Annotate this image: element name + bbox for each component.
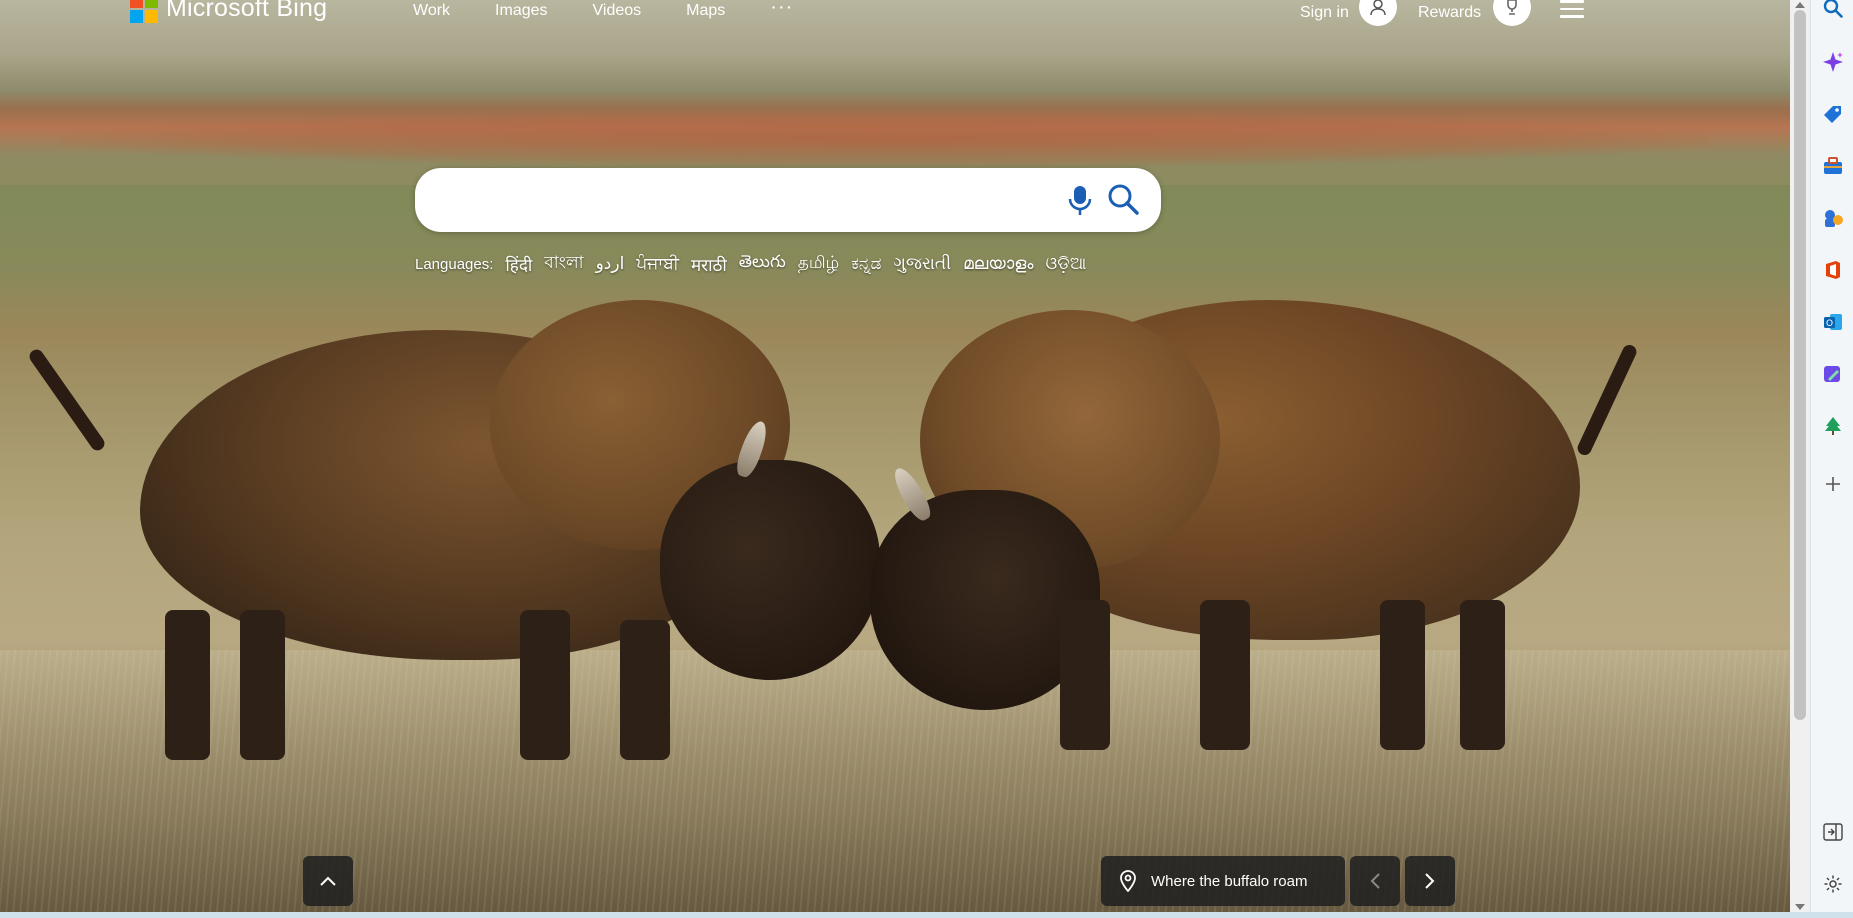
scroll-up-button[interactable] bbox=[303, 856, 353, 906]
previous-image-button[interactable] bbox=[1350, 856, 1400, 906]
add-icon[interactable] bbox=[1821, 472, 1845, 496]
office-icon[interactable] bbox=[1821, 258, 1845, 282]
language-link[interactable]: বাংলা bbox=[544, 250, 583, 278]
chevron-left-icon bbox=[1370, 873, 1380, 889]
rewards-button[interactable]: Rewards bbox=[1418, 0, 1532, 26]
language-link[interactable]: తెలుగు bbox=[739, 252, 786, 276]
language-link[interactable]: हिंदी bbox=[505, 253, 532, 276]
tree-icon[interactable] bbox=[1821, 414, 1845, 438]
shopping-tag-icon[interactable] bbox=[1821, 102, 1845, 126]
copilot-icon[interactable] bbox=[1821, 50, 1845, 74]
games-icon[interactable] bbox=[1821, 206, 1845, 230]
language-link[interactable]: ಕನ್ನಡ bbox=[851, 254, 881, 274]
tools-icon[interactable] bbox=[1821, 154, 1845, 178]
language-link[interactable]: मराठी bbox=[691, 253, 727, 276]
next-image-button[interactable] bbox=[1405, 856, 1455, 906]
language-link[interactable]: اردو bbox=[596, 254, 625, 274]
chevron-up-icon bbox=[320, 876, 336, 886]
edge-sidebar: O bbox=[1810, 0, 1853, 918]
background-field-band bbox=[60, 112, 1710, 167]
languages-row: Languages: हिंदी বাংলা اردو ਪੰਜਾਬੀ मराठी… bbox=[415, 250, 1098, 278]
main-nav: Work Images Videos Maps ··· bbox=[413, 0, 793, 20]
language-link[interactable]: ગુજરાતી bbox=[893, 254, 951, 274]
image-caption-button[interactable]: Where the buffalo roam bbox=[1101, 856, 1345, 906]
language-link[interactable]: தமிழ் bbox=[798, 253, 840, 275]
menu-hamburger-icon[interactable] bbox=[1560, 0, 1584, 20]
top-bar: Microsoft Bing Work Images Videos Maps ·… bbox=[0, 0, 1790, 26]
panel-toggle-icon[interactable] bbox=[1821, 820, 1845, 844]
nav-maps[interactable]: Maps bbox=[686, 2, 725, 20]
scroll-up-arrow-icon[interactable] bbox=[1795, 2, 1805, 8]
search-icon[interactable] bbox=[1821, 0, 1845, 20]
nav-work[interactable]: Work bbox=[413, 2, 450, 20]
languages-label: Languages: bbox=[415, 255, 494, 273]
page-scrollbar[interactable] bbox=[1790, 0, 1810, 912]
microsoft-logo-icon bbox=[130, 0, 158, 23]
search-input[interactable] bbox=[439, 180, 1039, 220]
nav-videos[interactable]: Videos bbox=[593, 2, 642, 20]
bing-logo[interactable]: Microsoft Bing bbox=[130, 0, 327, 23]
search-box bbox=[415, 168, 1161, 232]
nav-images[interactable]: Images bbox=[495, 2, 547, 20]
microphone-icon[interactable] bbox=[1063, 182, 1097, 218]
more-menu-button[interactable]: ··· bbox=[770, 0, 793, 19]
trophy-icon bbox=[1493, 0, 1532, 26]
language-link[interactable]: ਪੰਜਾਬੀ bbox=[636, 254, 679, 274]
bison-left bbox=[20, 290, 880, 770]
user-icon bbox=[1358, 0, 1397, 26]
bison-right bbox=[860, 280, 1660, 760]
language-link[interactable]: ଓଡ଼ିଆ bbox=[1046, 254, 1087, 274]
search-icon[interactable] bbox=[1105, 182, 1143, 218]
background-image bbox=[0, 0, 1790, 912]
image-caption-text: Where the buffalo roam bbox=[1151, 872, 1308, 890]
chevron-right-icon bbox=[1425, 873, 1435, 889]
language-link[interactable]: മലയാളം bbox=[963, 254, 1033, 274]
sign-in-label: Sign in bbox=[1300, 4, 1349, 21]
scroll-down-arrow-icon[interactable] bbox=[1795, 904, 1805, 910]
location-pin-icon bbox=[1120, 870, 1136, 892]
designer-icon[interactable] bbox=[1821, 362, 1845, 386]
bottom-strip bbox=[0, 912, 1853, 918]
outlook-icon[interactable]: O bbox=[1821, 310, 1845, 334]
scrollbar-thumb[interactable] bbox=[1794, 10, 1806, 720]
sign-in-button[interactable]: Sign in bbox=[1300, 0, 1397, 26]
brand-name: Microsoft Bing bbox=[166, 0, 328, 22]
settings-icon[interactable] bbox=[1821, 872, 1845, 896]
svg-text:O: O bbox=[1826, 319, 1833, 329]
rewards-label: Rewards bbox=[1418, 4, 1482, 21]
